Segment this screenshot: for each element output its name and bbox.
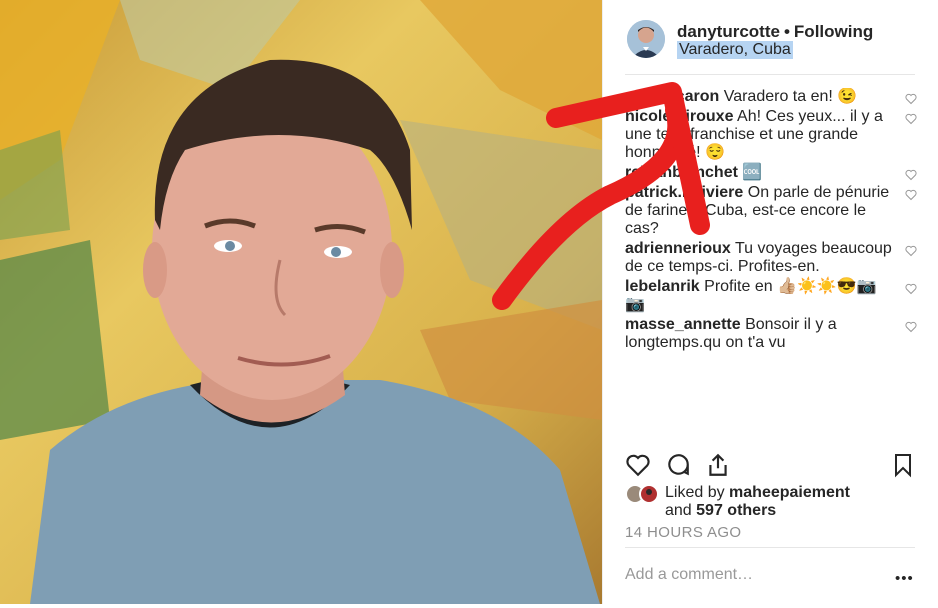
- comment-user[interactable]: rejeanblanchet: [625, 164, 738, 181]
- comment-item: patrick.lariviere On parle de pénurie de…: [625, 184, 917, 238]
- liker-avatars[interactable]: [625, 484, 663, 504]
- post-photo[interactable]: [0, 0, 602, 604]
- divider: [625, 547, 915, 548]
- location-link[interactable]: Varadero, Cuba: [677, 41, 793, 59]
- add-comment-input[interactable]: Add a comment…: [625, 566, 753, 584]
- comment-item: michelcaron Varadero ta en! 😉: [625, 88, 917, 106]
- comment-item: adriennerioux Tu voyages beaucoup de ce …: [625, 240, 917, 276]
- post-side-panel: danyturcotte • Following Varadero, Cuba mi…: [602, 0, 938, 604]
- comment-item: masse_annette Bonsoir il y a longtemps.q…: [625, 316, 917, 352]
- share-icon[interactable]: [705, 452, 731, 478]
- comments-list[interactable]: michelcaron Varadero ta en! 😉 nicole.gir…: [625, 88, 917, 440]
- comment-item: rejeanblanchet 🆒: [625, 164, 917, 182]
- likes-summary: Liked by maheepaiement and 597 others: [625, 484, 917, 524]
- avatar[interactable]: [627, 20, 665, 58]
- heart-icon[interactable]: [625, 452, 651, 478]
- username[interactable]: danyturcotte: [677, 22, 780, 41]
- comment-item: lebelanrik Profite en 👍🏼☀️☀️😎📷📷: [625, 278, 917, 314]
- likes-others-link[interactable]: 597 others: [696, 502, 776, 519]
- heart-icon[interactable]: [905, 189, 917, 201]
- comment-item: nicole.girouxe Ah! Ces yeux... il y a un…: [625, 108, 917, 162]
- heart-icon[interactable]: [905, 245, 917, 257]
- heart-icon[interactable]: [905, 169, 917, 181]
- comment-user[interactable]: nicole.girouxe: [625, 108, 733, 125]
- comment-user[interactable]: adriennerioux: [625, 240, 731, 257]
- comment-user[interactable]: lebelanrik: [625, 278, 700, 295]
- liker-username[interactable]: maheepaiement: [729, 484, 850, 501]
- heart-icon[interactable]: [905, 321, 917, 333]
- heart-icon[interactable]: [905, 113, 917, 125]
- heart-icon[interactable]: [905, 283, 917, 295]
- likes-and: and: [665, 502, 692, 519]
- comment-text: 🆒: [742, 164, 763, 181]
- post-header: danyturcotte • Following Varadero, Cuba: [625, 18, 915, 75]
- separator-dot: •: [783, 22, 790, 41]
- likes-prefix: Liked by: [665, 484, 725, 501]
- post-header-line: danyturcotte • Following: [677, 22, 873, 42]
- likes-text: Liked by maheepaiement and 597 others: [665, 484, 925, 520]
- comment-text-cont: en! 😉: [810, 88, 858, 105]
- comment-text: Varadero ta: [723, 88, 807, 105]
- comment-user[interactable]: masse_annette: [625, 316, 741, 333]
- comment-user[interactable]: patrick.lariviere: [625, 184, 743, 201]
- heart-icon[interactable]: [905, 93, 917, 105]
- follow-status[interactable]: Following: [794, 22, 873, 41]
- action-bar: [625, 450, 917, 480]
- bookmark-icon[interactable]: [891, 452, 915, 478]
- post-timestamp[interactable]: 14 HOURS AGO: [625, 524, 742, 541]
- more-options-icon[interactable]: •••: [895, 570, 914, 587]
- comment-icon[interactable]: [665, 452, 691, 478]
- comment-user[interactable]: michelcaron: [625, 88, 719, 105]
